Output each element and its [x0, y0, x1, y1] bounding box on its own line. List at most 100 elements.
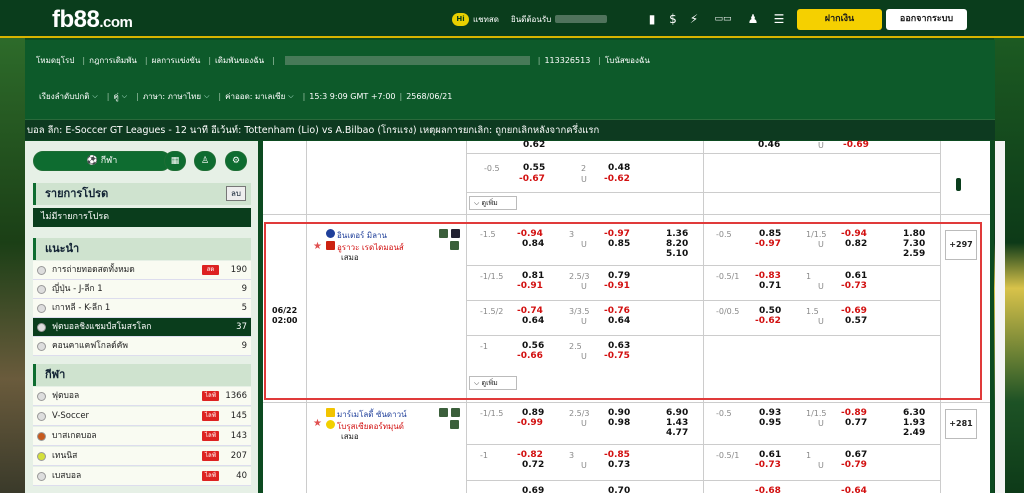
user-icon[interactable]: ♟: [744, 11, 762, 27]
calendar-icon[interactable]: ▦: [164, 151, 186, 171]
odds-value[interactable]: 2.59: [903, 249, 925, 260]
odds-value[interactable]: -0.62: [604, 174, 630, 185]
odds-value[interactable]: -0.66: [517, 351, 543, 362]
odds-value[interactable]: -0.64: [841, 486, 867, 493]
divider: [466, 153, 940, 154]
odds-value[interactable]: -0.73: [841, 281, 867, 292]
divider: [263, 402, 990, 403]
odds-value[interactable]: 0.55: [523, 163, 545, 174]
subnav-link-euro[interactable]: โหมดยุโรป: [36, 54, 74, 67]
pitch-icon[interactable]: [450, 241, 461, 254]
stats-icon[interactable]: [439, 408, 450, 421]
odds-value[interactable]: 0.48: [608, 163, 630, 174]
scrollbar[interactable]: [995, 141, 1005, 493]
subnav-link-mybets[interactable]: เดิมพันของฉัน: [215, 54, 264, 67]
odds-value[interactable]: -0.62: [755, 316, 781, 327]
list-item[interactable]: ฟุตบอล ไลฟ์ 1366: [33, 387, 251, 406]
subnav-link-rules[interactable]: กฎการเดิมพัน: [89, 54, 137, 67]
subnav-link-results[interactable]: ผลการแข่งขัน: [152, 54, 201, 67]
odds-value[interactable]: 5.10: [666, 249, 688, 260]
odds-value[interactable]: 0.69: [522, 486, 544, 493]
flash-icon[interactable]: ⚡: [685, 11, 703, 27]
list-item[interactable]: เบสบอล ไลฟ์ 40: [33, 467, 251, 486]
delete-favourites-button[interactable]: ลบ: [226, 186, 246, 201]
odds-value[interactable]: 0.85: [608, 239, 630, 250]
handicap-line: -1/1.5: [480, 272, 504, 281]
list-item[interactable]: ญี่ปุ่น - J-ลีก 19: [33, 280, 251, 299]
handicap-line: -0.5: [484, 164, 500, 173]
cup-icon: [37, 342, 46, 351]
list-item[interactable]: เทนนิส ไลฟ์ 207: [33, 447, 251, 466]
language-select[interactable]: ภาษา: ภาษาไทย: [143, 90, 201, 103]
list-item[interactable]: ฟุตบอลชิงแชมป์สโมสรโลก 37: [33, 318, 251, 337]
settings-panel: โหมดยุโรป | กฎการเดิมพัน | ผลการแข่งขัน | เ…: [25, 40, 995, 119]
odds-value[interactable]: 0.64: [608, 316, 630, 327]
subnav-link-bonus[interactable]: โบนัสของฉัน: [605, 54, 650, 67]
odds-value[interactable]: 0.73: [608, 460, 630, 471]
over-under-label: U: [581, 175, 587, 184]
scroll-thumb[interactable]: [956, 178, 961, 191]
gear-icon[interactable]: ⚙: [225, 151, 247, 171]
over-under-label: U: [581, 282, 587, 291]
more-button[interactable]: ⌵ ดูเพิ่ม: [469, 196, 517, 210]
odds-value[interactable]: 0.77: [845, 418, 867, 429]
logo[interactable]: fb88.com: [52, 6, 133, 34]
odds-value[interactable]: -0.91: [517, 281, 543, 292]
more-markets-button[interactable]: +281: [945, 409, 977, 439]
odds-value[interactable]: 0.70: [608, 486, 630, 493]
deposit-button[interactable]: ฝากเงิน: [797, 9, 882, 30]
odds-value[interactable]: 2.49: [903, 428, 925, 439]
odds-value[interactable]: -0.99: [517, 418, 543, 429]
odds-value[interactable]: -0.69: [843, 140, 869, 151]
odds-value[interactable]: -0.79: [841, 460, 867, 471]
odds-value[interactable]: -0.68: [755, 486, 781, 493]
total-line: 1: [806, 451, 812, 460]
odds-value[interactable]: 0.82: [845, 239, 867, 250]
live-chat-link[interactable]: Hi แชทสด: [452, 0, 499, 38]
odds-value[interactable]: 0.64: [522, 316, 544, 327]
recommended-header: แนะนำ: [33, 238, 251, 260]
refresh-icon[interactable]: $: [664, 11, 682, 27]
list-item[interactable]: คอนคาแคฟโกลด์คัพ 9: [33, 337, 251, 356]
favourite-star-icon[interactable]: ★: [313, 418, 322, 429]
odds-value[interactable]: 4.77: [666, 428, 688, 439]
odds-value[interactable]: 0.62: [523, 140, 545, 151]
handicap-line: -1/1.5: [480, 409, 504, 418]
odds-value[interactable]: -0.97: [755, 239, 781, 250]
sport-tab[interactable]: ⚽ กีฬา: [33, 151, 171, 171]
casino-icon[interactable]: ▭▭: [708, 11, 738, 27]
odds-value[interactable]: 0.46: [758, 140, 780, 151]
odds-value[interactable]: 0.57: [845, 316, 867, 327]
pitch-icon[interactable]: [450, 420, 461, 433]
odds-value[interactable]: 0.84: [522, 239, 544, 250]
odds-value[interactable]: -0.91: [604, 281, 630, 292]
trophy-icon: [37, 323, 46, 332]
odds-value[interactable]: 0.71: [759, 281, 781, 292]
list-item[interactable]: เกาหลี - K-ลีก 15: [33, 299, 251, 318]
list-item[interactable]: บาสเกตบอล ไลฟ์ 143: [33, 427, 251, 446]
wallet-icon[interactable]: ▮: [643, 11, 661, 27]
odds-value[interactable]: 0.72: [522, 460, 544, 471]
clock: 15:3 9:09 GMT +7:00: [309, 92, 396, 101]
list-item[interactable]: การถ่ายทอดสดทั้งหมด สด 190: [33, 261, 251, 280]
over-under-label: U: [581, 419, 587, 428]
more-button[interactable]: ⌵ ดูเพิ่ม: [469, 376, 517, 390]
odds-type-select[interactable]: คู่: [113, 90, 118, 103]
odds-value[interactable]: -0.73: [755, 460, 781, 471]
odds-value[interactable]: -0.75: [604, 351, 630, 362]
odds-value[interactable]: -0.67: [519, 174, 545, 185]
betslip-icon[interactable]: ☰: [770, 11, 788, 27]
match-time: 02:00: [272, 316, 298, 325]
divider: [466, 300, 940, 301]
more-markets-button[interactable]: +297: [945, 230, 977, 260]
odds-value[interactable]: 0.98: [608, 418, 630, 429]
odds-format-select[interactable]: ค่าออด: มาเลเซีย: [225, 90, 285, 103]
person-icon[interactable]: ♙: [194, 151, 216, 171]
logout-button[interactable]: ออกจากระบบ: [886, 9, 967, 30]
odds-value[interactable]: 0.95: [759, 418, 781, 429]
sort-select[interactable]: เรียงลำดับปกติ: [39, 90, 89, 103]
list-item[interactable]: V-Soccer ไลฟ์ 145: [33, 407, 251, 426]
top-bar: fb88.com Hi แชทสด ยินดีต้อนรับ ▮ $ ⚡ ▭▭ ♟…: [0, 0, 1024, 38]
stats-icon[interactable]: [439, 229, 450, 242]
favourite-star-icon[interactable]: ★: [313, 241, 322, 252]
